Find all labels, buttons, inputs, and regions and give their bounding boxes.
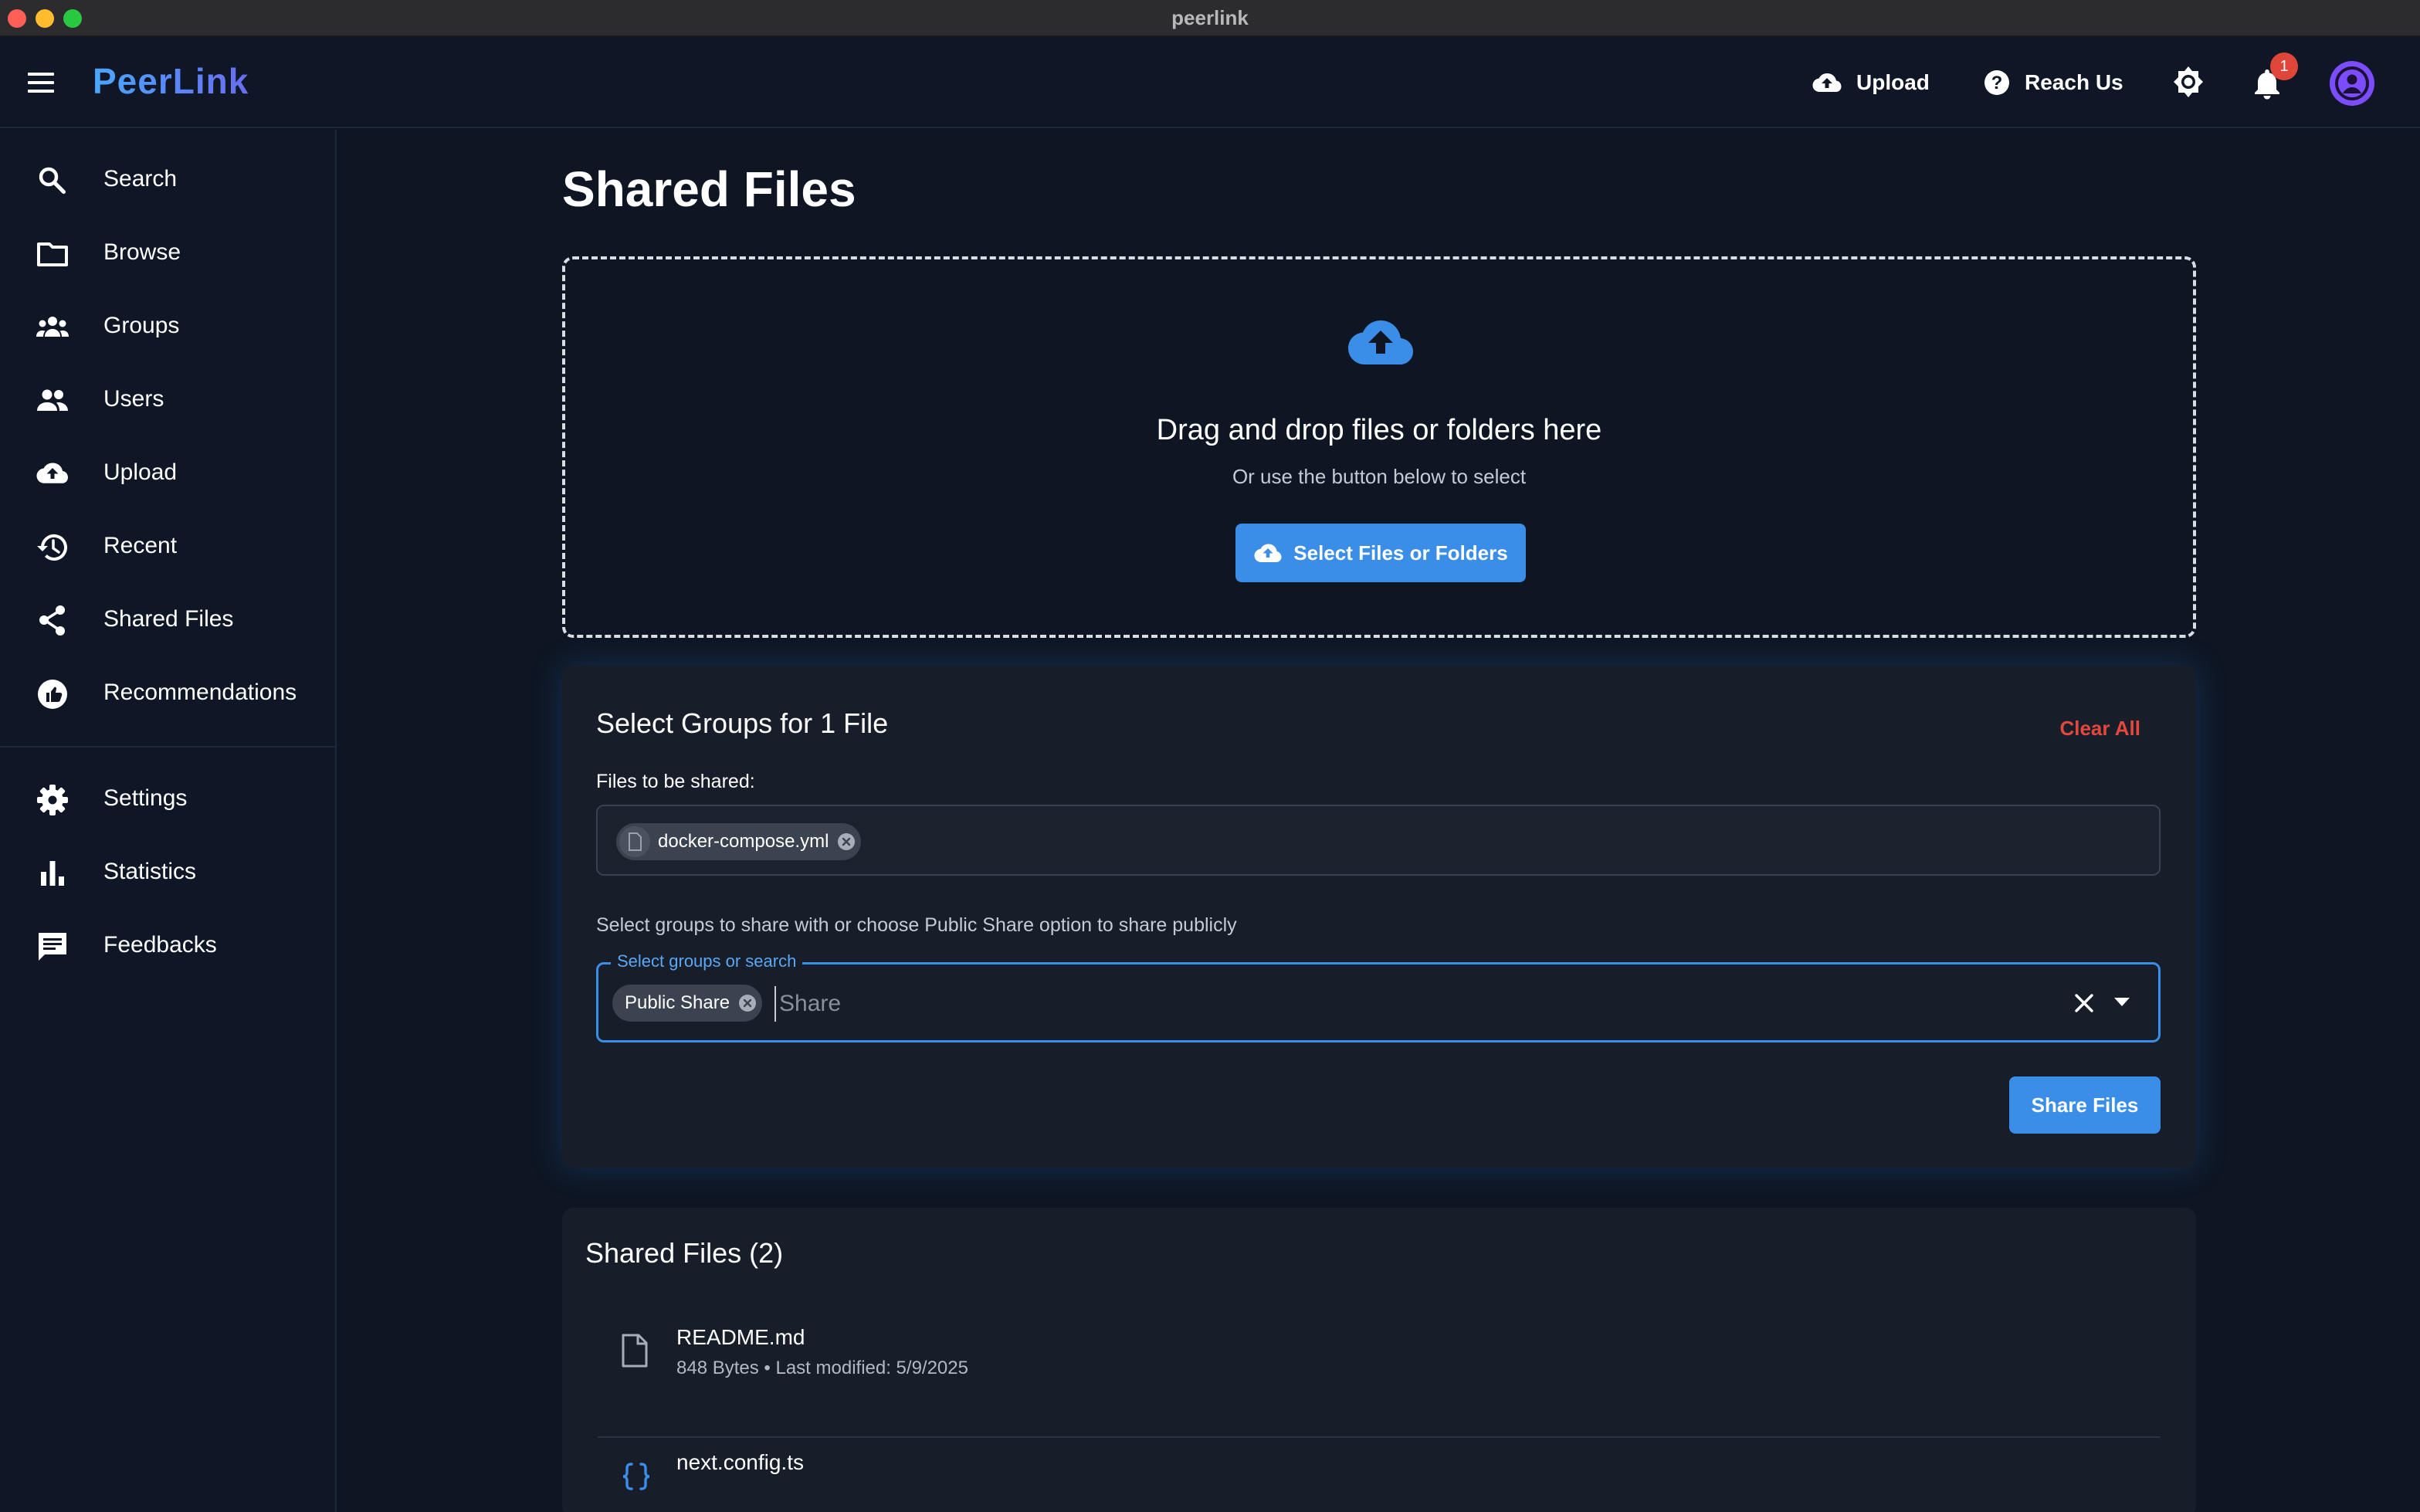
reach-us-label: Reach Us	[2025, 70, 2123, 94]
gear-icon	[36, 783, 69, 817]
groups-autocomplete[interactable]: Select groups or search Public Share	[596, 951, 2161, 1042]
remove-group-icon[interactable]	[737, 993, 758, 1013]
list-item[interactable]: README.md 848 Bytes • Last modified: 5/9…	[598, 1310, 2161, 1433]
groups-icon	[36, 310, 69, 344]
select-files-button[interactable]: Select Files or Folders	[1235, 524, 1526, 582]
sidebar-item-label: Statistics	[103, 859, 197, 884]
file-name: README.md	[676, 1325, 805, 1349]
groups-hint-text: Select groups to share with or choose Pu…	[596, 914, 1237, 936]
list-item[interactable]: next.config.ts	[598, 1439, 2161, 1512]
cloud-upload-icon	[36, 457, 69, 491]
shared-files-list-panel: Shared Files (2) README.md 848 Bytes • L…	[562, 1208, 2196, 1512]
share-files-button[interactable]: Share Files	[2009, 1076, 2161, 1134]
sidebar-item-label: Feedbacks	[103, 932, 217, 958]
group-chip-public-share: Public Share	[612, 985, 763, 1022]
sidebar-item-label: Shared Files	[103, 606, 234, 632]
sidebar-item-label: Recommendations	[103, 680, 297, 705]
sidebar: Search Browse Groups Users Upload Recent	[0, 130, 337, 1512]
groups-search-input[interactable]	[774, 986, 1979, 1022]
share-groups-panel: Select Groups for 1 File Clear All Files…	[562, 666, 2196, 1168]
sidebar-item-recent[interactable]: Recent	[0, 515, 335, 577]
sidebar-item-label: Upload	[103, 459, 178, 485]
sidebar-divider	[0, 746, 335, 748]
files-to-share-box: docker-compose.yml	[596, 805, 2161, 876]
header-upload-button[interactable]: Upload	[1812, 63, 1930, 102]
file-chip: docker-compose.yml	[616, 823, 862, 860]
clear-selection-icon[interactable]	[2073, 992, 2095, 1014]
history-icon	[36, 531, 69, 564]
share-icon	[36, 604, 69, 638]
svg-text:?: ?	[1991, 73, 2003, 93]
file-icon	[619, 826, 650, 857]
theme-toggle-icon[interactable]	[2171, 65, 2205, 99]
cloud-upload-icon	[1812, 71, 1842, 94]
file-meta: 848 Bytes • Last modified: 5/9/2025	[676, 1358, 968, 1378]
cloud-upload-icon	[1347, 318, 1415, 368]
user-avatar-icon[interactable]	[2329, 60, 2375, 107]
file-dropzone[interactable]: Drag and drop files or folders here Or u…	[562, 256, 2196, 638]
sidebar-item-users[interactable]: Users	[0, 368, 335, 430]
list-divider	[598, 1436, 2161, 1438]
share-panel-title: Select Groups for 1 File	[596, 707, 889, 739]
sidebar-item-browse[interactable]: Browse	[0, 222, 335, 283]
app-header: PeerLink Upload ? Reach Us 1	[0, 37, 2420, 128]
select-files-label: Select Files or Folders	[1293, 541, 1508, 564]
header-upload-label: Upload	[1856, 70, 1930, 94]
help-icon: ?	[1983, 69, 2011, 97]
sidebar-item-label: Settings	[103, 785, 188, 811]
window-title: peerlink	[1171, 6, 1249, 29]
sidebar-item-upload[interactable]: Upload	[0, 442, 335, 503]
folder-icon	[36, 237, 69, 271]
file-icon	[621, 1333, 649, 1368]
sidebar-item-label: Users	[103, 386, 164, 412]
dropzone-subtitle: Or use the button below to select	[1232, 465, 1527, 488]
feedback-icon	[36, 930, 69, 964]
group-chip-label: Public Share	[625, 992, 730, 1013]
file-name: next.config.ts	[676, 1450, 804, 1474]
sidebar-item-recommendations[interactable]: Recommendations	[0, 662, 335, 724]
sidebar-item-shared-files[interactable]: Shared Files	[0, 588, 335, 650]
sidebar-item-groups[interactable]: Groups	[0, 295, 335, 357]
sidebar-item-label: Groups	[103, 313, 180, 338]
chevron-down-icon[interactable]	[2113, 997, 2130, 1008]
users-icon	[36, 384, 69, 418]
clear-all-button[interactable]: Clear All	[2059, 717, 2140, 741]
menu-icon[interactable]	[26, 71, 57, 94]
sidebar-item-statistics[interactable]: Statistics	[0, 841, 335, 903]
bar-chart-icon	[36, 856, 69, 890]
window-titlebar: peerlink	[0, 0, 2420, 37]
sidebar-item-label: Search	[103, 166, 178, 192]
files-to-share-label: Files to be shared:	[596, 771, 755, 792]
remove-file-icon[interactable]	[836, 832, 856, 852]
sidebar-item-settings[interactable]: Settings	[0, 768, 335, 829]
search-icon	[36, 164, 69, 198]
sidebar-item-label: Recent	[103, 533, 178, 558]
groups-field-label: Select groups or search	[611, 951, 803, 971]
notification-count-badge: 1	[2270, 53, 2298, 80]
page-title: Shared Files	[562, 161, 856, 217]
cloud-upload-icon	[1253, 542, 1283, 564]
sidebar-item-search[interactable]: Search	[0, 148, 335, 210]
recommend-icon	[36, 677, 69, 711]
dropzone-title: Drag and drop files or folders here	[1156, 414, 1602, 446]
sidebar-item-label: Browse	[103, 239, 181, 265]
sidebar-item-feedbacks[interactable]: Feedbacks	[0, 914, 335, 976]
brand-logo[interactable]: PeerLink	[93, 60, 249, 102]
reach-us-button[interactable]: ? Reach Us	[1983, 63, 2123, 102]
file-chip-label: docker-compose.yml	[658, 831, 829, 852]
code-braces-icon	[621, 1461, 652, 1492]
shared-files-list-title: Shared Files (2)	[585, 1237, 784, 1269]
